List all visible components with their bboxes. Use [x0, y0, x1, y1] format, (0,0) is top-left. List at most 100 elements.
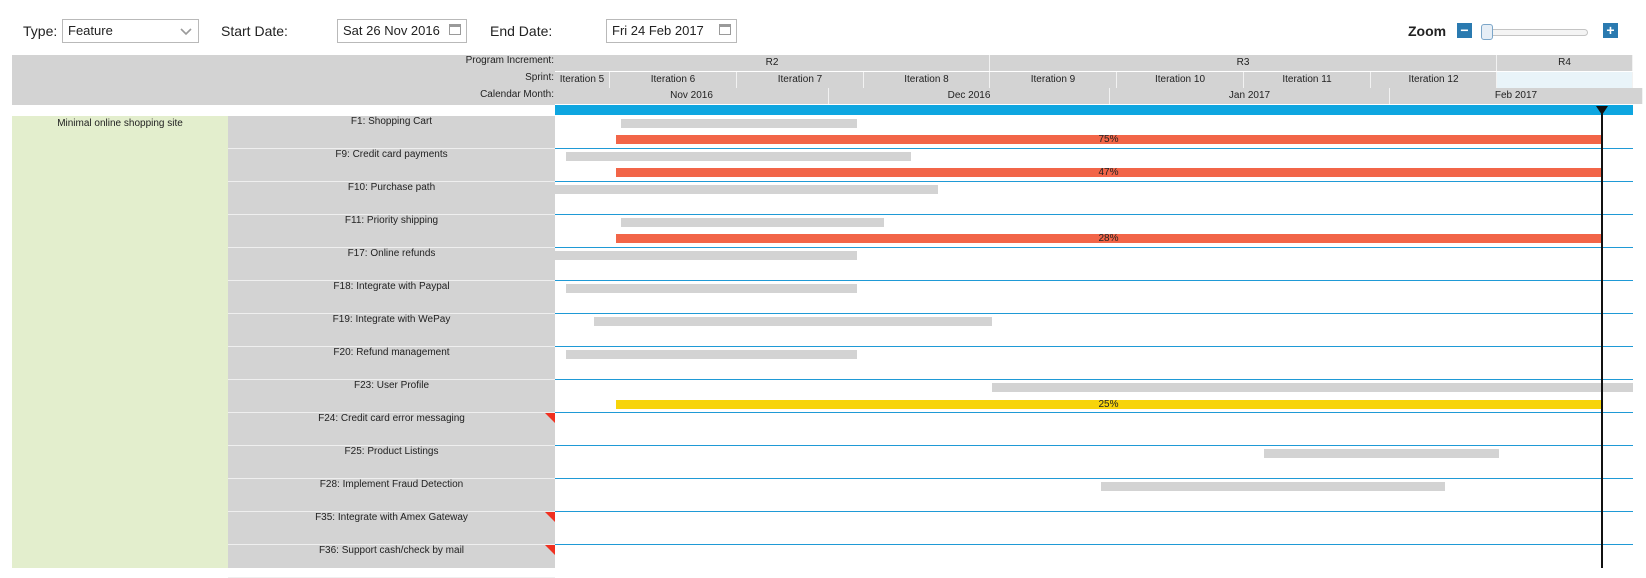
feature-label: F20: Refund management: [333, 347, 450, 358]
sprint-empty-cell: [1497, 72, 1633, 88]
type-label: Type:: [23, 23, 58, 39]
warning-flag-icon: [545, 413, 555, 423]
feature-row[interactable]: F24: Credit card error messaging: [228, 413, 555, 446]
zoom-out-button[interactable]: −: [1457, 23, 1472, 38]
type-select[interactable]: Feature: [62, 19, 199, 43]
calendar-icon[interactable]: [449, 24, 461, 35]
sprint-label: Sprint:: [525, 72, 554, 83]
feature-label: F23: User Profile: [353, 380, 430, 391]
progress-bar-f23[interactable]: 25%: [616, 400, 1601, 410]
schedule-bar-f9[interactable]: [566, 152, 911, 161]
month-nov-2016: Nov 2016: [555, 88, 829, 104]
end-date-label: End Date:: [490, 23, 553, 39]
feature-row[interactable]: F10: Purchase path: [228, 182, 555, 215]
chevron-down-icon: [180, 28, 192, 36]
row-separator: [555, 412, 1633, 413]
feature-label: F18: Integrate with Paypal: [333, 281, 450, 292]
today-marker-icon: [1596, 106, 1608, 115]
feature-row[interactable]: F11: Priority shipping: [228, 215, 555, 248]
type-select-value: Feature: [68, 23, 113, 38]
feature-row[interactable]: F9: Credit card payments: [228, 149, 555, 182]
feature-label: F11: Priority shipping: [344, 215, 439, 226]
row-separator: [555, 247, 1633, 248]
end-date-value: Fri 24 Feb 2017: [612, 23, 704, 38]
today-marker-line: [1601, 106, 1603, 568]
row-separator: [555, 214, 1633, 215]
feature-label: F35: Integrate with Amex Gateway: [315, 512, 468, 523]
pi-r4: R4: [1497, 55, 1633, 71]
feature-row[interactable]: F25: Product Listings: [228, 446, 555, 479]
feature-label: F1: Shopping Cart: [350, 116, 433, 127]
zoom-in-button[interactable]: +: [1603, 23, 1618, 38]
zoom-slider-thumb[interactable]: [1481, 24, 1493, 40]
progress-bar-f9[interactable]: 47%: [616, 168, 1601, 178]
row-separator: [555, 445, 1633, 446]
schedule-bar-f25[interactable]: [1264, 449, 1499, 458]
schedule-bar-f23[interactable]: [992, 383, 1633, 392]
progress-bar-f1[interactable]: 75%: [616, 135, 1601, 145]
row-separator: [555, 280, 1633, 281]
month-dec-2016: Dec 2016: [829, 88, 1110, 104]
sprint-iteration-10: Iteration 10: [1117, 72, 1244, 88]
month-jan-2017: Jan 2017: [1110, 88, 1390, 104]
feature-row[interactable]: F35: Integrate with Amex Gateway: [228, 512, 555, 545]
feature-row[interactable]: F19: Integrate with WePay: [228, 314, 555, 347]
warning-flag-icon: [545, 512, 555, 522]
sprint-iteration-7: Iteration 7: [737, 72, 864, 88]
row-separator: [555, 313, 1633, 314]
pi-r2: R2: [555, 55, 990, 71]
schedule-bar-f11[interactable]: [621, 218, 884, 227]
progress-bar-f11[interactable]: 28%: [616, 234, 1601, 244]
row-separator: [555, 181, 1633, 182]
schedule-bar-f28[interactable]: [1101, 482, 1445, 491]
schedule-bar-f10[interactable]: [555, 185, 938, 194]
feature-row[interactable]: F18: Integrate with Paypal: [228, 281, 555, 314]
sprint-iteration-11: Iteration 11: [1244, 72, 1371, 88]
feature-row[interactable]: F17: Online refunds: [228, 248, 555, 281]
zoom-label: Zoom: [1408, 23, 1447, 39]
feature-row[interactable]: F28: Implement Fraud Detection: [228, 479, 555, 512]
header-label-column: Program Increment: Sprint: Calendar Mont…: [228, 55, 555, 105]
start-date-value: Sat 26 Nov 2016: [343, 23, 440, 38]
feature-row[interactable]: F1: Shopping Cart: [228, 116, 555, 149]
row-separator: [555, 346, 1633, 347]
start-date-field[interactable]: Sat 26 Nov 2016: [337, 19, 467, 43]
row-separator: [555, 478, 1633, 479]
feature-list: F1: Shopping Cart F9: Credit card paymen…: [228, 116, 555, 578]
start-date-label: Start Date:: [221, 23, 288, 39]
feature-row[interactable]: F20: Refund management: [228, 347, 555, 380]
feature-label: F36: Support cash/check by mail: [318, 545, 465, 556]
schedule-bar-f1[interactable]: [621, 119, 857, 128]
end-date-field[interactable]: Fri 24 Feb 2017: [606, 19, 737, 43]
schedule-bar-f20[interactable]: [566, 350, 857, 359]
row-separator: [555, 379, 1633, 380]
group-cell: Minimal online shopping site: [12, 116, 228, 568]
zoom-slider-track[interactable]: [1484, 29, 1588, 36]
calendar-month-label: Calendar Month:: [480, 89, 554, 100]
schedule-bar-f19[interactable]: [594, 317, 992, 326]
feature-row[interactable]: F36: Support cash/check by mail: [228, 545, 555, 578]
feature-label: F17: Online refunds: [347, 248, 436, 259]
calendar-icon[interactable]: [719, 24, 731, 35]
sprint-iteration-12: Iteration 12: [1371, 72, 1497, 88]
feature-label: F24: Credit card error messaging: [318, 413, 465, 424]
feature-label: F10: Purchase path: [347, 182, 436, 193]
schedule-bar-f17[interactable]: [555, 251, 857, 260]
pi-r3: R3: [990, 55, 1497, 71]
feature-label: F25: Product Listings: [344, 446, 439, 457]
feature-label: F9: Credit card payments: [335, 149, 448, 160]
program-increment-label: Program Increment:: [465, 55, 554, 66]
feature-row[interactable]: F23: User Profile: [228, 380, 555, 413]
feature-label: F19: Integrate with WePay: [332, 314, 451, 325]
sprint-iteration-5: Iteration 5: [555, 72, 610, 88]
month-feb-2017: Feb 2017: [1390, 88, 1643, 104]
group-label: Minimal online shopping site: [57, 118, 183, 129]
timeline-now-strip: [555, 105, 1633, 115]
sprint-iteration-9: Iteration 9: [990, 72, 1117, 88]
feature-label: F28: Implement Fraud Detection: [319, 479, 464, 490]
sprint-iteration-6: Iteration 6: [610, 72, 737, 88]
row-separator: [555, 511, 1633, 512]
sprint-iteration-8: Iteration 8: [864, 72, 990, 88]
warning-flag-icon: [545, 545, 555, 555]
schedule-bar-f18[interactable]: [566, 284, 857, 293]
